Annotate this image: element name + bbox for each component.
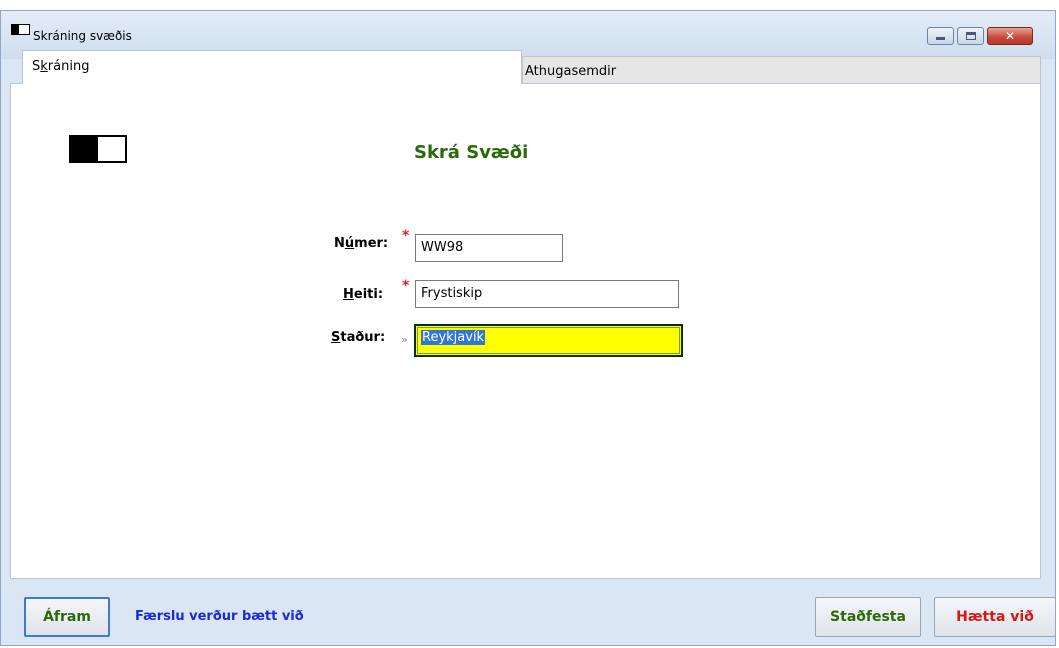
tab-athugasemdir-label: Athugasemdir xyxy=(525,64,617,79)
form-panel: Skrá Svæði Númer: * WW98 Heiti: * Frysti… xyxy=(10,83,1041,579)
toggle-logo-icon xyxy=(69,135,127,163)
stadur-input[interactable]: Reykjavík xyxy=(414,324,683,357)
tab-skraning[interactable]: Skráning xyxy=(22,50,522,84)
numer-input[interactable]: WW98 xyxy=(415,234,563,262)
required-marker: * xyxy=(402,228,410,244)
maximize-button[interactable] xyxy=(957,27,984,45)
confirm-button[interactable]: Staðfesta xyxy=(815,597,921,637)
heiti-input[interactable]: Frystiskip xyxy=(415,280,679,308)
stadur-input-selection: Reykjavík xyxy=(421,330,486,345)
cancel-button[interactable]: Hætta við xyxy=(934,597,1056,637)
close-button[interactable]: ✕ xyxy=(987,27,1033,45)
numer-label: Númer: xyxy=(334,236,389,251)
status-message: Færslu verður bætt við xyxy=(135,609,304,624)
heiti-label: Heiti: xyxy=(343,287,384,302)
tab-athugasemdir[interactable]: Athugasemdir xyxy=(522,56,1041,84)
tab-skraning-label: Skráning xyxy=(32,59,90,74)
app-icon xyxy=(11,24,30,35)
required-marker: * xyxy=(402,278,410,294)
continue-button[interactable]: Áfram xyxy=(24,597,110,637)
close-icon: ✕ xyxy=(1004,29,1016,43)
maximize-icon xyxy=(966,32,976,40)
minimize-button[interactable] xyxy=(927,27,954,45)
minimize-icon xyxy=(936,37,945,40)
page-title: Skrá Svæði xyxy=(414,142,529,163)
window-title: Skráning svæðis xyxy=(33,29,132,43)
lookup-marker: » xyxy=(401,333,408,346)
stadur-label: Staður: xyxy=(331,330,386,345)
